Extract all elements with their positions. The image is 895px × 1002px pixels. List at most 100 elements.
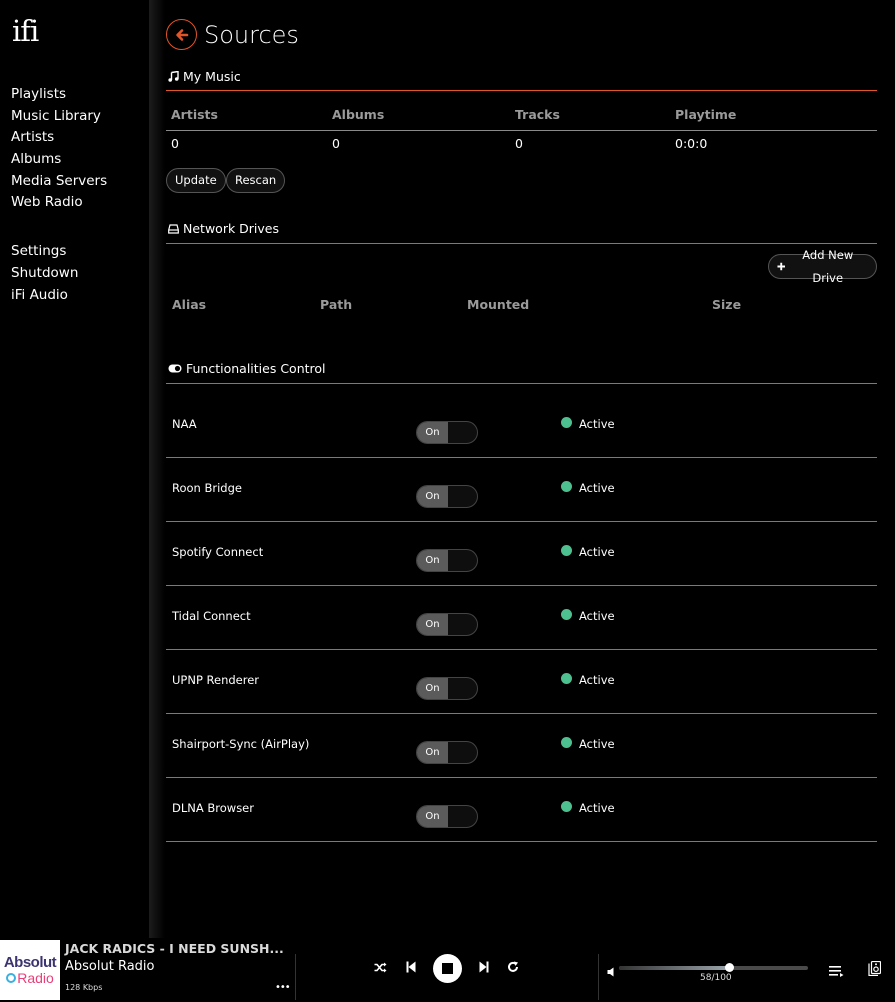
stop-icon xyxy=(442,963,453,974)
func-row-divider xyxy=(166,649,877,650)
func-name: UPNP Renderer xyxy=(172,673,260,687)
func-name: Shairport-Sync (AirPlay) xyxy=(172,737,310,751)
station-name: Absolut Radio xyxy=(65,959,155,974)
stats-divider xyxy=(166,130,877,131)
sidebar-item-media-servers[interactable]: Media Servers xyxy=(11,171,107,193)
update-button[interactable]: Update xyxy=(166,168,226,193)
stop-button[interactable] xyxy=(433,954,462,983)
plus-icon xyxy=(777,262,786,271)
sidebar-nav: Playlists Music Library Artists Albums M… xyxy=(11,84,107,306)
func-status: Active xyxy=(579,801,615,815)
func-name: Spotify Connect xyxy=(172,545,264,559)
player-bar: Absolut Radio JACK RADICS - I NEED SUNSH… xyxy=(0,938,895,1002)
queue-icon xyxy=(829,966,844,977)
repeat-icon xyxy=(508,961,518,972)
sidebar-item-settings[interactable]: Settings xyxy=(11,241,107,263)
sidebar-shadow xyxy=(149,0,165,938)
album-art[interactable]: Absolut Radio xyxy=(0,940,60,1000)
radio-logo-icon xyxy=(6,972,17,983)
toggle-on-label: On xyxy=(417,614,448,635)
func-row-spotify-connect: Spotify Connect On Active xyxy=(166,545,877,609)
sidebar-item-shutdown[interactable]: Shutdown xyxy=(11,263,107,285)
next-button[interactable] xyxy=(479,961,489,973)
func-row-divider xyxy=(166,713,877,714)
func-row-roon-bridge: Roon Bridge On Active xyxy=(166,481,877,545)
func-status: Active xyxy=(579,609,615,623)
rescan-button[interactable]: Rescan xyxy=(226,168,286,193)
volume-slider[interactable] xyxy=(619,963,808,972)
previous-button[interactable] xyxy=(406,961,416,973)
sidebar-item-web-radio[interactable]: Web Radio xyxy=(11,192,107,214)
more-options-button[interactable]: ••• xyxy=(275,982,291,993)
toggle-on-label: On xyxy=(417,486,448,507)
status-dot-icon xyxy=(561,417,572,428)
func-toggle[interactable]: On xyxy=(416,741,478,764)
volume-slider-fill xyxy=(619,966,729,970)
status-dot-icon xyxy=(561,801,572,812)
ifi-logo[interactable]: ifi xyxy=(12,14,39,48)
col-artists: Artists xyxy=(171,107,218,122)
bitrate: 128 Kbps xyxy=(65,983,103,992)
shuffle-button[interactable] xyxy=(374,962,387,973)
volume-slider-handle[interactable] xyxy=(724,963,734,972)
skip-forward-icon xyxy=(479,961,489,973)
col-mounted: Mounted xyxy=(467,297,530,312)
status-dot-icon xyxy=(561,545,572,556)
queue-button[interactable] xyxy=(829,962,844,981)
func-row-upnp-renderer: UPNP Renderer On Active xyxy=(166,673,877,737)
album-art-line1: Absolut xyxy=(3,953,57,971)
func-row-shairport-sync-airplay: Shairport-Sync (AirPlay) On Active xyxy=(166,737,877,801)
func-toggle[interactable]: On xyxy=(416,613,478,636)
func-toggle[interactable]: On xyxy=(416,485,478,508)
add-new-drive-label: Add New Drive xyxy=(802,247,854,285)
skip-back-icon xyxy=(406,961,416,973)
sidebar-item-ifi-audio[interactable]: iFi Audio xyxy=(11,285,107,307)
music-note-icon xyxy=(168,71,179,82)
player-divider-left xyxy=(295,954,296,1000)
sidebar: ifi Playlists Music Library Artists Albu… xyxy=(0,0,149,938)
status-dot-icon xyxy=(561,609,572,620)
track-title: JACK RADICS - I NEED SUNSH... xyxy=(65,941,284,956)
volume-button[interactable] xyxy=(607,962,614,981)
func-name: Roon Bridge xyxy=(172,481,242,495)
func-row-divider xyxy=(166,457,877,458)
output-device-button[interactable] xyxy=(868,960,882,980)
my-music-divider xyxy=(166,90,877,91)
page-title: Sources xyxy=(204,20,299,49)
sidebar-item-artists[interactable]: Artists xyxy=(11,127,107,149)
status-dot-icon xyxy=(561,673,572,684)
status-dot-icon xyxy=(561,481,572,492)
func-row-dlna-browser: DLNA Browser On Active xyxy=(166,801,877,865)
back-button[interactable] xyxy=(166,19,197,50)
functionalities-divider xyxy=(166,383,877,384)
repeat-button[interactable] xyxy=(507,961,519,973)
functionalities-title: Functionalities Control xyxy=(186,361,326,376)
sidebar-item-playlists[interactable]: Playlists xyxy=(11,84,107,106)
add-new-drive-button[interactable]: Add New Drive xyxy=(768,248,877,285)
sidebar-item-albums[interactable]: Albums xyxy=(11,149,107,171)
player-divider-right xyxy=(598,954,599,1000)
func-row-divider xyxy=(166,777,877,778)
func-row-divider xyxy=(166,841,877,842)
toggle-icon xyxy=(168,364,182,373)
func-row-divider xyxy=(166,585,877,586)
network-drives-heading: Network Drives xyxy=(168,221,279,236)
func-toggle[interactable]: On xyxy=(416,421,478,444)
sidebar-item-music-library[interactable]: Music Library xyxy=(11,106,107,128)
my-music-heading: My Music xyxy=(168,69,241,84)
playtime-value: 0:0:0 xyxy=(675,136,708,151)
func-row-divider xyxy=(166,521,877,522)
my-music-title: My Music xyxy=(183,69,241,84)
album-art-line2-text: Radio xyxy=(17,969,54,986)
col-tracks: Tracks xyxy=(515,107,560,122)
toggle-on-label: On xyxy=(417,422,448,443)
toggle-on-label: On xyxy=(417,550,448,571)
col-path: Path xyxy=(320,297,353,312)
volume-icon xyxy=(607,967,614,977)
func-toggle[interactable]: On xyxy=(416,677,478,700)
tracks-count: 0 xyxy=(515,136,523,151)
func-toggle[interactable]: On xyxy=(416,549,478,572)
volume-level: 58/100 xyxy=(700,973,732,983)
func-toggle[interactable]: On xyxy=(416,805,478,828)
